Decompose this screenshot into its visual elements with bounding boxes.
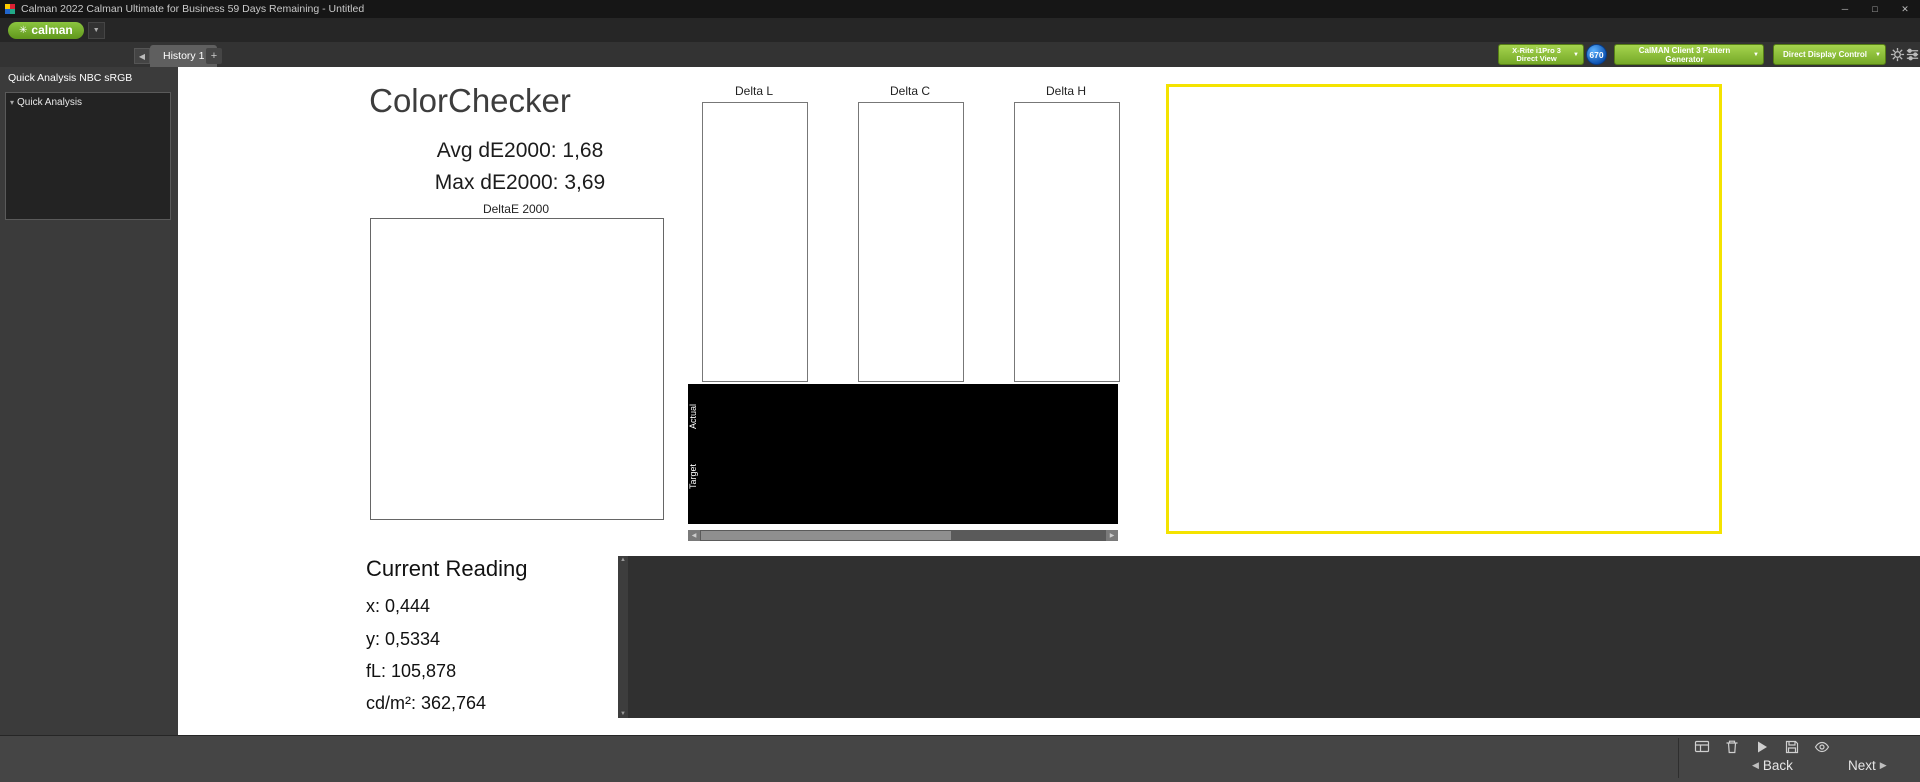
scroll-up-icon[interactable]: ▲ [620, 556, 626, 564]
next-label: Next [1848, 758, 1876, 773]
close-button[interactable]: ✕ [1890, 0, 1920, 18]
add-tab-button[interactable]: + [206, 48, 222, 64]
save-icon[interactable] [1784, 739, 1800, 755]
cie-1931-xy-chart [1166, 84, 1722, 534]
avg-de2000-readout: Avg dE2000: 1,68 [330, 139, 710, 163]
app-icon [5, 4, 15, 14]
window-title: Calman 2022 Calman Ultimate for Business… [21, 3, 364, 15]
delta-h-title: Delta H [1006, 84, 1126, 98]
meter-select-button[interactable]: X-Rite i1Pro 3 Direct View ▼ [1498, 44, 1584, 65]
current-reading-fl: fL: 105,878 [366, 661, 456, 682]
meter-status-badge[interactable]: 670 [1586, 44, 1607, 65]
expander-icon: ▾ [10, 98, 14, 107]
next-button[interactable]: Next ▶ [1848, 758, 1887, 773]
delta-c-chart [858, 102, 964, 382]
deltae2000-x-axis [370, 522, 662, 536]
chevron-down-icon: ▼ [1875, 52, 1881, 58]
display-control-button[interactable]: Direct Display Control ▼ [1773, 44, 1886, 65]
sidebar-collapse-button[interactable]: ◀ [134, 48, 150, 64]
swatch-panel-scrollbar[interactable]: ◀ ▶ [688, 530, 1118, 541]
scroll-down-icon[interactable]: ▼ [620, 710, 626, 718]
tree-root-label: Quick Analysis [17, 97, 82, 108]
table-scrollbar[interactable]: ▲ ▼ [618, 556, 628, 718]
main-menu-dropdown[interactable]: ▼ [88, 22, 105, 39]
calman-logo-icon: ✳ [19, 25, 27, 36]
back-button[interactable]: ◀ Back [1752, 758, 1793, 773]
pattern-source-button[interactable]: CalMAN Client 3 Pattern Generator ▼ [1614, 44, 1764, 65]
page-title: ColorChecker [300, 82, 640, 120]
display-control-label: Direct Display Control [1778, 50, 1872, 59]
current-reading-y: y: 0,5334 [366, 629, 440, 650]
minimize-button[interactable]: ─ [1830, 0, 1860, 18]
calman-logo-label: calman [31, 23, 72, 37]
play-icon[interactable] [1754, 739, 1770, 755]
delta-h-chart [1014, 102, 1120, 382]
menu-bar: ✳ calman ▼ [0, 18, 1920, 42]
scroll-right-icon[interactable]: ▶ [1106, 530, 1118, 541]
current-reading-heading: Current Reading [366, 556, 527, 582]
deltae-chart-title: DeltaE 2000 [370, 202, 662, 216]
chevron-down-icon: ▼ [1753, 52, 1759, 58]
sidebar: Quick Analysis NBC sRGB ▾ Quick Analysis [0, 67, 178, 735]
title-bar: Calman 2022 Calman Ultimate for Business… [0, 0, 1920, 18]
current-reading-cdm2: cd/m²: 362,764 [366, 693, 486, 714]
pattern-source-label: CalMAN Client 3 Pattern Generator [1619, 46, 1750, 64]
actual-target-swatch-panel: Actual Target [688, 384, 1118, 524]
delta-c-y-axis [840, 102, 856, 380]
deltae2000-chart [370, 218, 664, 520]
workflow-title: Quick Analysis NBC sRGB [0, 67, 178, 89]
back-arrow-icon: ◀ [1752, 760, 1759, 771]
trash-icon[interactable] [1724, 739, 1740, 755]
delta-h-y-axis [996, 102, 1012, 380]
bottom-toolbar [1694, 739, 1830, 755]
maximize-button[interactable]: □ [1860, 0, 1890, 18]
delta-l-chart [702, 102, 808, 382]
target-row-label: Target [688, 447, 701, 505]
current-reading-x: x: 0,444 [366, 596, 430, 617]
measurements-table [628, 556, 1920, 718]
bottom-bar [0, 735, 1920, 782]
pattern-preview-strip [1450, 18, 1920, 42]
divider [1678, 738, 1679, 778]
gear-icon[interactable] [1890, 47, 1905, 62]
delta-l-y-axis [684, 102, 700, 380]
settings-sliders-icon[interactable] [1905, 47, 1920, 62]
actual-row-label: Actual [688, 387, 701, 445]
max-de2000-readout: Max dE2000: 3,69 [330, 171, 710, 195]
eye-icon[interactable] [1814, 739, 1830, 755]
meter-mode: Direct View [1503, 55, 1570, 63]
delta-l-title: Delta L [694, 84, 814, 98]
layout-icon[interactable] [1694, 739, 1710, 755]
calman-logo-button[interactable]: ✳ calman [8, 22, 84, 39]
workflow-tree: ▾ Quick Analysis [5, 92, 171, 220]
tab-bar: ◀ History 1 + X-Rite i1Pro 3 Direct View… [0, 42, 1920, 67]
tree-root-quick-analysis[interactable]: ▾ Quick Analysis [6, 96, 170, 109]
scroll-left-icon[interactable]: ◀ [688, 530, 700, 541]
delta-c-title: Delta C [850, 84, 970, 98]
chevron-down-icon: ▼ [1573, 52, 1579, 58]
next-arrow-icon: ▶ [1880, 760, 1887, 771]
scrollbar-thumb[interactable] [701, 531, 951, 540]
back-label: Back [1763, 758, 1793, 773]
calman-app-window: Calman 2022 Calman Ultimate for Business… [0, 0, 1920, 782]
